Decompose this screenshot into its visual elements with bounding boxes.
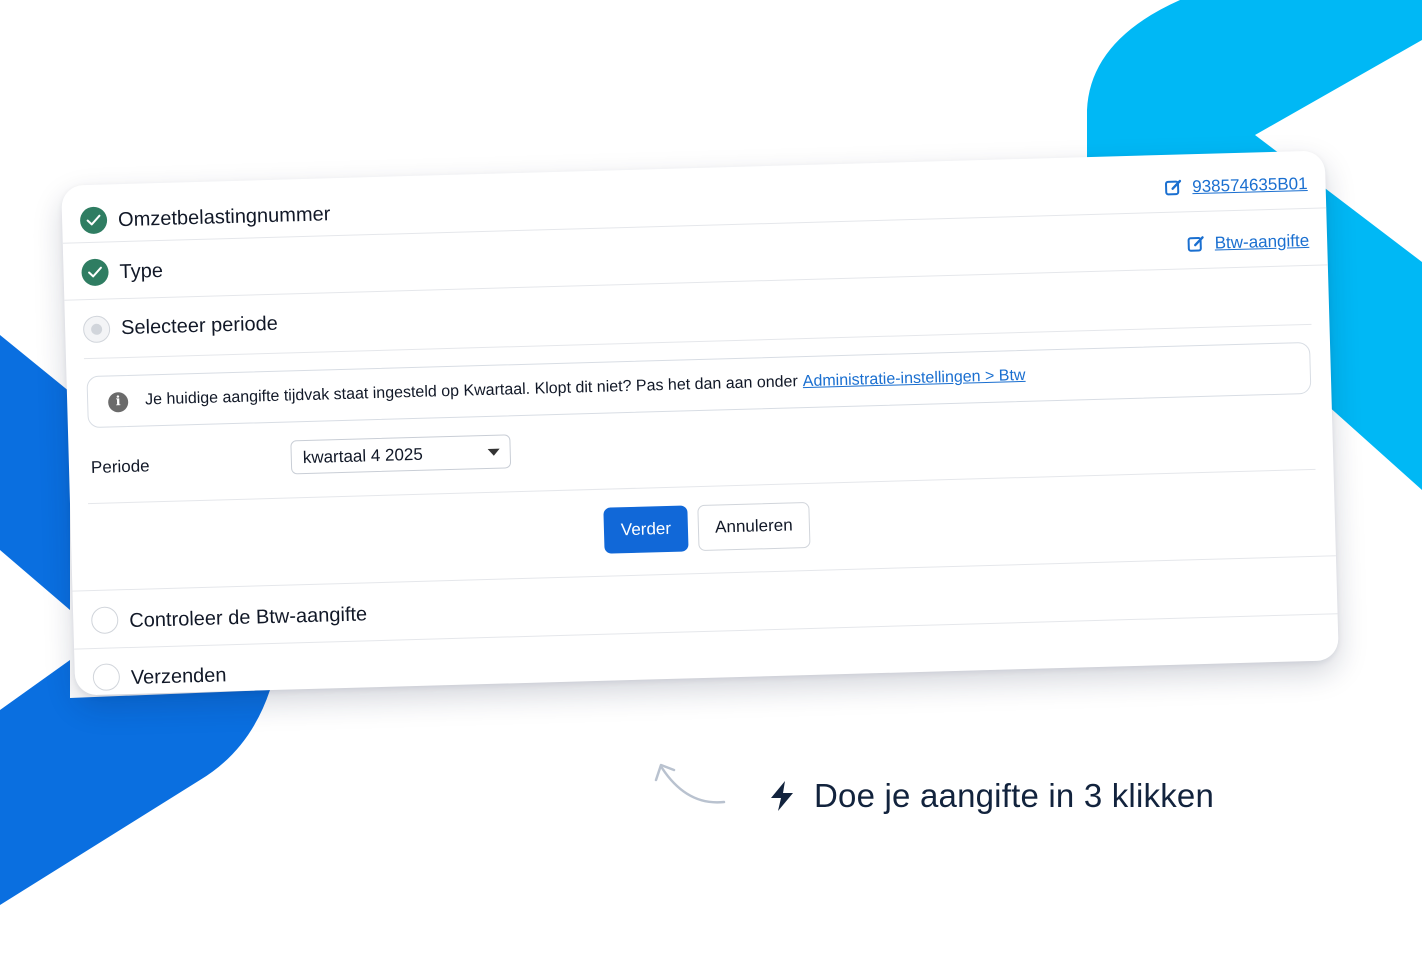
step-label: Omzetbelastingnummer: [117, 203, 331, 232]
tagline-text: Doe je aangifte in 3 klikken: [814, 777, 1215, 814]
step-select-period: Selecteer periode i Je huidige aangifte …: [64, 265, 1336, 592]
period-field-label: Periode: [90, 456, 150, 478]
info-text: Je huidige aangifte tijdvak staat ingest…: [145, 367, 1026, 410]
vat-number-link[interactable]: 938574635B01: [1164, 174, 1308, 198]
info-banner: i Je huidige aangifte tijdvak staat inge…: [86, 341, 1312, 429]
type-link[interactable]: Btw-aangifte: [1186, 231, 1309, 254]
edit-icon: [1187, 236, 1204, 252]
step-label: Controleer de Btw-aangifte: [128, 603, 368, 633]
divider: [87, 468, 1316, 505]
type-value: Btw-aangifte: [1214, 230, 1310, 253]
check-icon: [81, 258, 109, 287]
edit-icon: [1164, 179, 1181, 196]
step-label: Verzenden: [130, 664, 227, 689]
info-icon: i: [107, 391, 129, 413]
vat-number-value: 938574635B01: [1191, 173, 1308, 197]
info-message: Je huidige aangifte tijdvak staat ingest…: [144, 373, 799, 409]
cancel-button[interactable]: Annuleren: [697, 501, 811, 552]
bg-shape-dark-blue-lower: [0, 660, 270, 905]
continue-button[interactable]: Verder: [603, 505, 689, 554]
lightning-icon: [771, 781, 793, 811]
radio-icon: [82, 315, 111, 344]
check-icon: [79, 206, 108, 235]
chevron-down-icon: [487, 448, 500, 456]
step-label: Selecteer periode: [120, 312, 279, 340]
settings-link[interactable]: Administratie-instellingen > Btw: [803, 367, 1026, 390]
bg-shape-dark-blue: [0, 335, 70, 610]
radio-icon: [90, 606, 119, 635]
radio-icon: [92, 663, 121, 692]
curved-arrow-icon: [654, 763, 726, 804]
step-label: Type: [119, 259, 164, 284]
tagline: Doe je aangifte in 3 klikken: [768, 774, 1214, 818]
period-select-value: kwartaal 4 2025: [302, 444, 424, 468]
vat-return-card: Omzetbelastingnummer 938574635B01 Type B…: [61, 150, 1339, 696]
period-select[interactable]: kwartaal 4 2025: [290, 434, 512, 475]
